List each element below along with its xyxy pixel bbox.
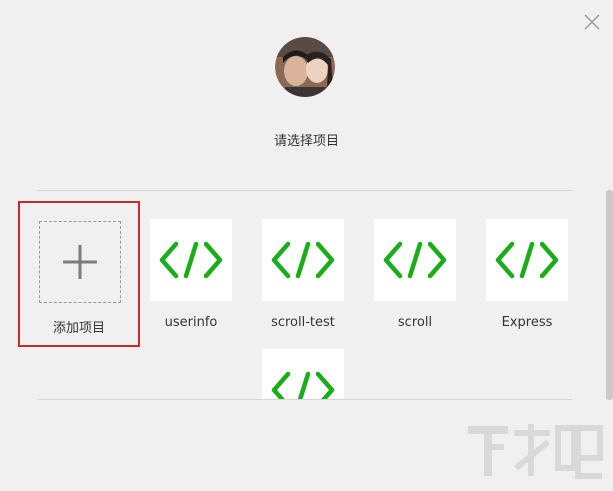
close-button[interactable]	[582, 12, 602, 32]
watermark-logo-graphic	[468, 424, 603, 479]
scrollbar-thumb[interactable]	[606, 190, 613, 400]
project-tile-scroll[interactable]: scroll	[354, 191, 466, 331]
project-icon-box[interactable]	[486, 219, 568, 301]
watermark-logo	[466, 420, 606, 486]
project-tile-userinfo[interactable]: userinfo	[130, 191, 242, 331]
project-tile-scroll-test[interactable]: scroll-test	[242, 191, 354, 331]
project-label: userinfo	[164, 315, 218, 330]
project-icon-box[interactable]	[262, 219, 344, 301]
avatar-photo	[275, 37, 335, 97]
project-label: scroll	[397, 315, 433, 330]
close-icon	[584, 14, 600, 30]
project-grid[interactable]: 添加项目 userinfo scroll-test scroll Express	[0, 191, 606, 399]
add-project-tile[interactable]: 添加项目	[18, 201, 140, 347]
project-tile[interactable]	[242, 321, 354, 399]
add-project-label: 添加项目	[52, 321, 105, 336]
project-icon-box[interactable]	[150, 219, 232, 301]
project-label: Express	[501, 315, 553, 330]
code-icon	[271, 371, 335, 399]
code-icon	[383, 241, 447, 279]
code-icon	[159, 241, 223, 279]
avatar	[275, 37, 335, 97]
select-project-prompt: 请选择项目	[273, 134, 339, 149]
code-icon	[271, 241, 335, 279]
code-icon	[495, 241, 559, 279]
project-icon-box[interactable]	[262, 349, 344, 399]
plus-icon	[63, 245, 97, 279]
add-project-box[interactable]	[39, 221, 121, 303]
divider-bottom	[38, 399, 572, 400]
project-tile-express[interactable]: Express	[466, 191, 578, 331]
project-icon-box[interactable]	[374, 219, 456, 301]
